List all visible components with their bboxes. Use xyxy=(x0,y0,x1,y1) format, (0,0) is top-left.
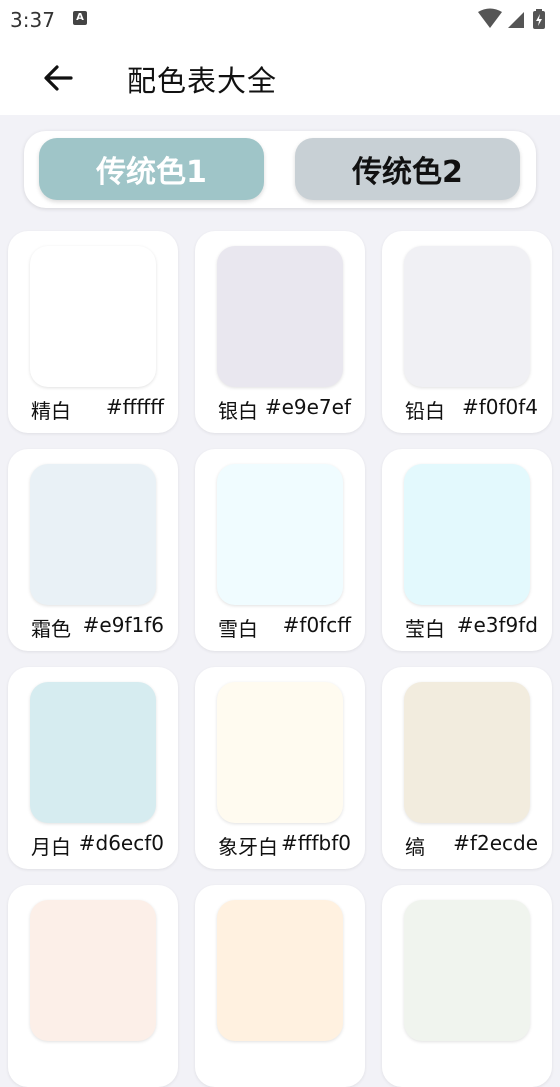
color-card[interactable]: 象牙白 #fffbf0 xyxy=(195,667,365,869)
color-card[interactable]: 霜色 #e9f1f6 xyxy=(8,449,178,651)
color-hex: #f2ecde xyxy=(453,831,538,855)
color-label: 缟 #f2ecde xyxy=(382,831,552,859)
tab-group: 传统色1 传统色2 xyxy=(24,131,536,208)
color-swatch xyxy=(217,464,343,605)
battery-icon xyxy=(533,9,545,29)
status-bar: 3:37 A xyxy=(0,0,560,38)
color-swatch xyxy=(30,682,156,823)
color-swatch xyxy=(217,246,343,387)
color-swatch xyxy=(30,464,156,605)
page-title: 配色表大全 xyxy=(127,64,278,98)
color-label: 象牙白 #fffbf0 xyxy=(195,831,365,859)
color-label: 莹白 #e3f9fd xyxy=(382,613,552,641)
color-label: 铅白 #f0f0f4 xyxy=(382,395,552,423)
color-hex: #d6ecf0 xyxy=(78,831,164,855)
color-label: 月白 #d6ecf0 xyxy=(8,831,178,859)
tab-traditional-colors-2[interactable]: 传统色2 xyxy=(295,138,520,200)
color-label: 银白 #e9e7ef xyxy=(195,395,365,423)
color-name: 缟 xyxy=(405,835,425,859)
color-label: 精白 #ffffff xyxy=(8,395,178,423)
color-swatch xyxy=(217,682,343,823)
back-button[interactable] xyxy=(36,56,80,100)
notification-icon: A xyxy=(73,11,87,25)
color-swatch xyxy=(404,682,530,823)
color-label xyxy=(382,1049,552,1077)
color-card[interactable]: 缟 #f2ecde xyxy=(382,667,552,869)
wifi-icon xyxy=(478,8,502,28)
app-bar: 配色表大全 xyxy=(0,38,560,115)
color-hex: #e3f9fd xyxy=(456,613,538,637)
signal-icon xyxy=(508,12,524,28)
color-hex: #f0fcff xyxy=(282,613,351,637)
color-swatch xyxy=(404,464,530,605)
color-name: 精白 xyxy=(31,399,71,423)
color-card[interactable]: 莹白 #e3f9fd xyxy=(382,449,552,651)
color-swatch xyxy=(30,900,156,1041)
color-name: 霜色 xyxy=(31,617,71,641)
color-label: 雪白 #f0fcff xyxy=(195,613,365,641)
color-swatch xyxy=(404,900,530,1041)
color-card[interactable] xyxy=(382,885,552,1087)
color-name: 雪白 xyxy=(218,617,258,641)
color-swatch xyxy=(217,900,343,1041)
color-card[interactable]: 银白 #e9e7ef xyxy=(195,231,365,433)
status-time: 3:37 xyxy=(10,8,55,32)
tab-traditional-colors-1[interactable]: 传统色1 xyxy=(39,138,264,200)
color-card[interactable]: 精白 #ffffff xyxy=(8,231,178,433)
color-swatch xyxy=(30,246,156,387)
color-card[interactable]: 月白 #d6ecf0 xyxy=(8,667,178,869)
color-card[interactable] xyxy=(195,885,365,1087)
color-card[interactable] xyxy=(8,885,178,1087)
color-name: 银白 xyxy=(218,399,258,423)
color-hex: #f0f0f4 xyxy=(461,395,538,419)
color-label xyxy=(8,1049,178,1077)
color-swatch xyxy=(404,246,530,387)
color-hex: #e9f1f6 xyxy=(82,613,164,637)
color-hex: #ffffff xyxy=(105,395,164,419)
color-card[interactable]: 雪白 #f0fcff xyxy=(195,449,365,651)
color-hex: #fffbf0 xyxy=(280,831,351,855)
arrow-left-icon xyxy=(44,65,73,91)
color-label xyxy=(195,1049,365,1077)
system-status-icons xyxy=(478,8,545,29)
color-name: 莹白 xyxy=(405,617,445,641)
color-label: 霜色 #e9f1f6 xyxy=(8,613,178,641)
color-name: 月白 xyxy=(31,835,71,859)
color-name: 象牙白 xyxy=(218,835,278,859)
color-name: 铅白 xyxy=(405,399,445,423)
color-hex: #e9e7ef xyxy=(264,395,351,419)
color-card[interactable]: 铅白 #f0f0f4 xyxy=(382,231,552,433)
